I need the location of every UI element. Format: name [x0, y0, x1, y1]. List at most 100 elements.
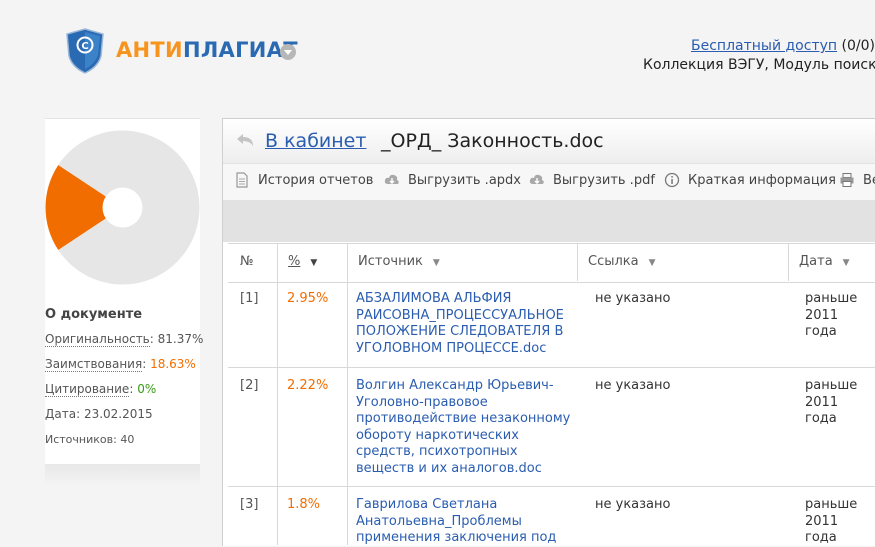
stat-borrowing-value: 18.63% — [150, 357, 196, 371]
column-divider — [788, 243, 789, 281]
sort-icon: ▼ — [842, 258, 850, 268]
back-arrow-icon[interactable] — [234, 131, 256, 151]
row-source-link[interactable]: Волгин Александр Юрьевич- Уголовно-право… — [356, 378, 574, 477]
info-icon — [664, 172, 680, 188]
table-header — [228, 243, 875, 283]
source-line: обороту наркотических — [356, 427, 519, 443]
logo-text[interactable]: АНТИПЛАГИАТ — [116, 38, 298, 62]
row-pct: 2.95% — [287, 291, 329, 306]
stat-sources-label: Источников — [45, 433, 114, 446]
stat-citation: Цитирование: 0% — [45, 382, 157, 397]
row-divider — [228, 367, 875, 368]
column-header-source-label: Источник — [358, 254, 423, 269]
column-header-num: № — [240, 254, 254, 269]
column-header-link-label: Ссылка — [588, 254, 639, 269]
row-num: [1] — [240, 291, 259, 306]
stat-date-value: 23.02.2015 — [83, 407, 153, 421]
source-line: средств, психотропных — [356, 444, 518, 459]
row-date: раньше 2011 года — [805, 291, 875, 341]
print-button[interactable]: Ве — [839, 172, 875, 188]
source-line: РАИСОВНА_ПРОЦЕССУАЛЬНОЕ — [356, 307, 564, 323]
free-access-link[interactable]: Бесплатный доступ — [691, 38, 837, 54]
print-label: Ве — [863, 172, 875, 188]
shield-copyright-icon: C — [66, 28, 104, 74]
source-line: АБЗАЛИМОВА АЛЬФИЯ — [356, 291, 512, 306]
column-header-source[interactable]: Источник ▼ — [358, 254, 440, 269]
stat-originality: Оригинальность: 81.37% — [45, 332, 204, 347]
row-num: [2] — [240, 378, 259, 393]
source-line: Гаврилова Светлана — [356, 497, 498, 512]
collection-text: Коллекция ВЭГУ, Модуль поиск — [643, 57, 875, 73]
stat-citation-label[interactable]: Цитирование — [45, 382, 130, 397]
column-header-link[interactable]: Ссылка ▼ — [588, 254, 656, 269]
column-divider — [347, 243, 348, 545]
stat-sources: Источников: 40 — [45, 433, 135, 446]
summary-title: О документе — [45, 307, 143, 322]
summary-panel-footer — [45, 464, 200, 486]
row-link: не указано — [595, 378, 671, 393]
printer-icon — [840, 173, 854, 187]
source-line: противодействие незаконному — [356, 411, 571, 426]
row-link: не указано — [595, 291, 671, 306]
source-line: ПОЛОЖЕНИЕ СЛЕДОВАТЕЛЯ В — [356, 324, 564, 339]
export-apdx-label: Выгрузить .apdx — [408, 172, 521, 188]
stat-originality-label[interactable]: Оригинальность — [45, 332, 150, 347]
stat-originality-value: 81.37% — [157, 332, 204, 346]
logo-part-anti: АНТИ — [116, 38, 183, 62]
originality-pie-chart — [45, 130, 200, 285]
sort-desc-icon: ▼ — [310, 258, 318, 268]
source-line: Уголовно-правовое — [356, 394, 488, 410]
stat-date-label: Дата — [45, 407, 77, 421]
cloud-download-icon — [384, 174, 399, 184]
column-header-date[interactable]: Дата ▼ — [799, 254, 850, 269]
brief-info-button[interactable]: Краткая информация — [664, 172, 836, 188]
date-line: раньше 2011 — [805, 378, 858, 410]
stat-citation-value: 0% — [137, 382, 157, 396]
column-header-pct[interactable]: % ▼ — [288, 254, 317, 269]
date-line: раньше 2011 — [805, 497, 858, 529]
column-header-date-label: Дата — [799, 254, 833, 269]
source-line: Волгин Александр Юрьевич- — [356, 378, 554, 393]
row-source-link[interactable]: АБЗАЛИМОВА АЛЬФИЯ РАИСОВНА_ПРОЦЕССУАЛЬНО… — [356, 291, 574, 357]
row-date: раньше 2011 года — [805, 497, 875, 547]
row-num: [3] — [240, 497, 259, 512]
date-line: года — [805, 411, 837, 426]
source-line: веществ и их аналогов.doc — [356, 460, 542, 476]
source-line: применения заключения под — [356, 530, 557, 545]
sort-icon: ▼ — [648, 258, 656, 268]
date-line: года — [805, 530, 837, 545]
history-button[interactable]: История отчетов — [234, 172, 373, 188]
document-icon — [236, 172, 248, 188]
column-divider — [277, 243, 278, 545]
column-divider — [577, 243, 578, 281]
sort-icon: ▼ — [432, 258, 440, 268]
row-divider — [228, 486, 875, 487]
svg-text:C: C — [81, 41, 88, 52]
brief-info-label: Краткая информация — [688, 172, 836, 188]
source-line: УГОЛОВНОМ ПРОЦЕССЕ.doc — [356, 340, 547, 356]
date-line: раньше 2011 — [805, 291, 858, 323]
row-link: не указано — [595, 497, 671, 512]
document-name: _ОРД_ Законность.doc — [381, 130, 604, 152]
back-to-cabinet-link[interactable]: В кабинет — [265, 130, 366, 152]
row-pct: 1.8% — [287, 497, 321, 512]
date-line: года — [805, 324, 837, 339]
filter-band — [223, 200, 875, 242]
export-pdf-button[interactable]: Выгрузить .pdf — [529, 172, 655, 188]
stat-borrowing: Заимствования: 18.63% — [45, 357, 196, 372]
export-apdx-button[interactable]: Выгрузить .apdx — [384, 172, 521, 188]
free-access-count: (0/0) — [837, 38, 875, 54]
stat-date: Дата: 23.02.2015 — [45, 407, 153, 421]
row-date: раньше 2011 года — [805, 378, 875, 428]
row-source-link[interactable]: Гаврилова Светлана Анатольевна_Проблемы … — [356, 497, 574, 547]
cloud-download-icon — [529, 174, 544, 184]
source-line: Анатольевна_Проблемы — [356, 513, 522, 529]
stat-sources-value: 40 — [120, 433, 135, 446]
stat-borrowing-label[interactable]: Заимствования — [45, 357, 143, 372]
free-access: Бесплатный доступ (0/0) — [691, 38, 875, 54]
chevron-down-icon[interactable] — [280, 44, 296, 60]
row-pct: 2.22% — [287, 378, 329, 393]
column-header-pct-label: % — [288, 254, 301, 269]
export-pdf-label: Выгрузить .pdf — [553, 172, 655, 188]
history-label: История отчетов — [258, 172, 374, 188]
